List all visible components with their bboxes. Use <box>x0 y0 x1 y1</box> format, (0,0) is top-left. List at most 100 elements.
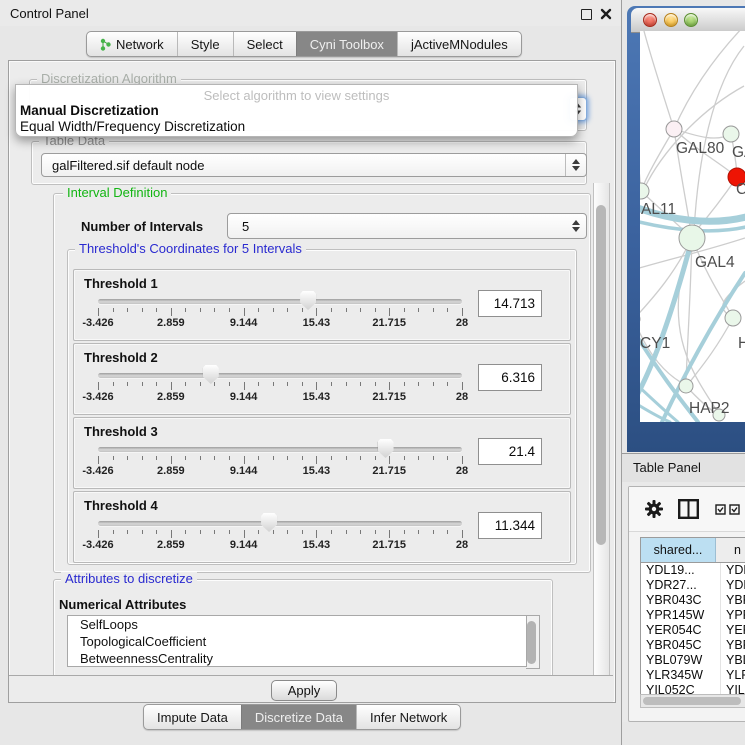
panel-scrollbar-thumb[interactable] <box>596 205 606 545</box>
mac-close-icon[interactable] <box>643 13 657 27</box>
node-label[interactable]: GAL11 <box>640 201 676 218</box>
node[interactable] <box>666 121 682 137</box>
cell-name: YDL1 <box>721 563 745 578</box>
tick-mark <box>244 382 245 390</box>
network-canvas[interactable]: GAL80 GA C GAL11 GAL4 GCY1 H HAP2 <box>640 31 745 422</box>
node-table[interactable]: shared... n YDL19...YDL1YDR27...YDR2YBR0… <box>640 537 745 695</box>
node-label[interactable]: GCY1 <box>640 335 670 352</box>
tab-style[interactable]: Style <box>177 32 233 56</box>
tick-mark <box>447 530 448 534</box>
panel-scrollbar[interactable] <box>593 183 610 675</box>
table-data-combobox[interactable]: galFiltered.sif default node <box>41 153 587 177</box>
algorithm-option-manual[interactable]: Manual Discretization <box>20 103 159 118</box>
tick-mark <box>113 530 114 534</box>
slider-ticks <box>98 308 462 316</box>
tick-mark <box>346 308 347 312</box>
scale-label: 2.859 <box>157 391 185 403</box>
mac-minimize-icon[interactable] <box>664 13 678 27</box>
tick-mark <box>418 382 419 386</box>
columns-icon[interactable] <box>678 499 699 519</box>
tick-mark <box>287 456 288 460</box>
node-label[interactable]: C <box>736 181 745 198</box>
tick-mark <box>433 382 434 386</box>
node[interactable] <box>679 379 693 393</box>
column-header-name[interactable]: n <box>716 538 745 562</box>
table-row[interactable]: YBL079WYBL0 <box>641 653 745 668</box>
tick-mark <box>258 382 259 386</box>
tick-mark <box>156 382 157 386</box>
node-label[interactable]: GAL4 <box>695 254 735 271</box>
tab-label: jActiveMNodules <box>411 37 508 52</box>
node-label[interactable]: GA <box>732 144 745 161</box>
threshold-value-field[interactable]: 11.344 <box>478 512 542 539</box>
scale-label: -3.426 <box>82 465 113 477</box>
threshold-value-field[interactable]: 21.4 <box>478 438 542 465</box>
table-row[interactable]: YLR345WYLR3 <box>641 668 745 683</box>
tab-jactivemnodules[interactable]: jActiveMNodules <box>397 32 521 56</box>
tick-mark <box>127 308 128 312</box>
tab-infer-network[interactable]: Infer Network <box>356 705 460 729</box>
checkbox-pair-icon[interactable] <box>715 504 741 515</box>
tick-mark <box>258 308 259 312</box>
attribute-list-item[interactable]: BetweennessCentrality <box>68 650 526 667</box>
tick-mark <box>447 308 448 312</box>
table-row[interactable]: YBR045CYBR0 <box>641 638 745 653</box>
tab-network[interactable]: Network <box>87 32 177 56</box>
attribute-list-item[interactable]: SelfLoops <box>68 616 526 633</box>
table-row[interactable]: YDL19...YDL1 <box>641 563 745 578</box>
tick-mark <box>346 382 347 386</box>
tick-mark <box>156 530 157 534</box>
float-window-icon[interactable] <box>581 9 592 20</box>
numerical-attributes-list[interactable]: SelfLoopsTopologicalCoefficientBetweenne… <box>67 615 527 667</box>
node[interactable] <box>679 225 705 251</box>
gear-icon[interactable] <box>645 500 663 518</box>
scale-label: 21.715 <box>372 391 406 403</box>
table-row[interactable]: YER054CYER0 <box>641 623 745 638</box>
tab-impute-data[interactable]: Impute Data <box>144 705 241 729</box>
node[interactable] <box>725 310 741 326</box>
close-icon[interactable] <box>600 8 612 20</box>
tab-cyni-toolbox[interactable]: Cyni Toolbox <box>296 32 397 56</box>
threshold-slider-track[interactable] <box>98 299 462 304</box>
tab-discretize-data[interactable]: Discretize Data <box>241 705 356 729</box>
mac-zoom-icon[interactable] <box>684 13 698 27</box>
number-of-intervals-combobox[interactable]: 5 <box>227 213 587 239</box>
node-label[interactable]: HAP2 <box>689 400 730 417</box>
table-row[interactable]: YDR27...YDR2 <box>641 578 745 593</box>
attributes-scrollbar-thumb[interactable] <box>527 621 536 664</box>
scale-label: -3.426 <box>82 391 113 403</box>
tick-mark <box>375 456 376 460</box>
tick-mark <box>98 456 99 464</box>
threshold-value-field[interactable]: 14.713 <box>478 290 542 317</box>
table-hscrollbar[interactable] <box>640 694 745 708</box>
algorithm-option-equal-width[interactable]: Equal Width/Frequency Discretization <box>20 119 245 134</box>
tick-mark <box>316 530 317 538</box>
attributes-group-title: Attributes to discretize <box>61 572 197 586</box>
cell-name: YBR0 <box>721 638 745 653</box>
table-panel-card: shared... n YDL19...YDL1YDR27...YDR2YBR0… <box>628 486 745 722</box>
scale-label: 9.144 <box>230 317 258 329</box>
attribute-list-item[interactable]: TopologicalCoefficient <box>68 633 526 650</box>
edge <box>674 31 744 129</box>
table-row[interactable]: YBR043CYBR0 <box>641 593 745 608</box>
node-label[interactable]: H <box>738 335 745 352</box>
tab-label: Discretize Data <box>255 710 343 725</box>
edge <box>640 116 641 191</box>
node-label[interactable]: GAL80 <box>676 140 725 157</box>
tick-mark <box>462 382 463 390</box>
node[interactable] <box>723 126 739 142</box>
network-window-titlebar[interactable] <box>631 8 745 33</box>
threshold-slider-track[interactable] <box>98 447 462 452</box>
number-of-intervals-label: Number of Intervals <box>81 219 203 234</box>
tick-mark <box>244 308 245 316</box>
table-hscrollbar-thumb[interactable] <box>643 697 741 705</box>
tab-select[interactable]: Select <box>233 32 296 56</box>
table-row[interactable]: YPR145WYPR1 <box>641 608 745 623</box>
threshold-value-field[interactable]: 6.316 <box>478 364 542 391</box>
tick-mark <box>404 530 405 534</box>
column-header-shared-name[interactable]: shared... <box>641 538 716 562</box>
threshold-slider-track[interactable] <box>98 521 462 526</box>
apply-button[interactable]: Apply <box>271 680 337 701</box>
attributes-scrollbar[interactable] <box>526 615 540 669</box>
threshold-slider-track[interactable] <box>98 373 462 378</box>
